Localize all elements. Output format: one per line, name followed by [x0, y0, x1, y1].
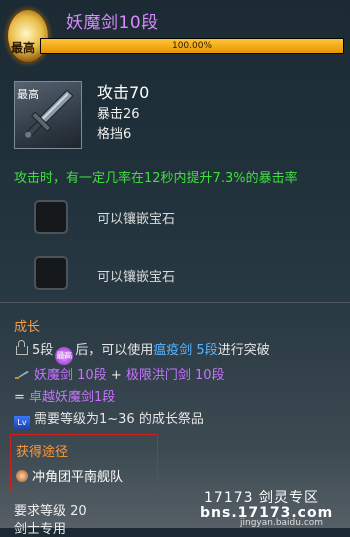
sword-icon: [15, 371, 29, 379]
growth-title: 成长: [14, 320, 41, 335]
source-icon: [16, 470, 28, 482]
breakthrough-row: 5段 最高 后，可以使用瘟疫剑 5段进行突破: [14, 339, 270, 365]
growth-requirement: 需要等级为1~36 的成长祭品: [34, 412, 204, 427]
crit-stat: 暴击26: [97, 107, 140, 122]
block-stat: 格挡6: [97, 127, 132, 142]
level-requirement: 要求等级 20: [14, 504, 87, 519]
item-title: 妖魔剑10段: [66, 13, 159, 33]
medal-badge: 最高: [11, 41, 36, 55]
result-name[interactable]: 卓越妖魔剑1段: [29, 390, 115, 405]
item-tooltip: 最高 妖魔剑10段 100.00% 最高 攻击70 暴击26 格挡6 攻击时，有…: [0, 0, 350, 537]
watermark-line1: 17173 剑灵专区: [204, 490, 319, 506]
item-icon[interactable]: 最高: [14, 81, 82, 149]
material-second[interactable]: 极限洪门剑 10段: [126, 368, 225, 383]
attack-stat: 攻击70: [97, 83, 150, 102]
source-item-label: 冲角团平南舰队: [32, 470, 124, 485]
watermark-line3: jingyan.baidu.com: [240, 518, 324, 528]
material-first[interactable]: 妖魔剑 10段: [34, 368, 107, 383]
gem-socket-label-1: 可以镶嵌宝石: [97, 212, 176, 227]
source-title: 获得途径: [16, 445, 69, 460]
result-row: = 卓越妖魔剑1段: [14, 386, 115, 405]
materials-row: 妖魔剑 10段 + 极限洪门剑 10段: [14, 364, 225, 383]
breakthrough-mid: 后，可以使用: [75, 343, 154, 358]
breakthrough-link[interactable]: 瘟疫剑 5段: [153, 343, 217, 358]
source-item[interactable]: 冲角团平南舰队: [16, 466, 123, 485]
gem-socket-2[interactable]: [34, 256, 68, 290]
material-plus: +: [106, 368, 126, 383]
growth-progress-bar: 100.00%: [40, 38, 344, 54]
breakthrough-pre: 5段: [32, 343, 54, 358]
divider: [0, 302, 350, 303]
sword-image-icon: [25, 89, 74, 138]
lock-icon: [16, 340, 28, 355]
source-section: 获得途径 冲角团平南舰队: [10, 434, 158, 492]
grade-badge-icon: 最高: [55, 347, 74, 365]
progress-text: 100.00%: [171, 41, 213, 51]
requirement-row: Lv 需要等级为1~36 的成长祭品: [14, 408, 204, 430]
level-icon: Lv: [14, 416, 30, 430]
effect-description: 攻击时，有一定几率在12秒内提升7.3%的暴击率: [14, 171, 298, 186]
result-prefix: =: [14, 390, 30, 405]
gem-socket-label-2: 可以镶嵌宝石: [97, 270, 176, 285]
breakthrough-post: 进行突破: [217, 343, 270, 358]
gem-socket-1[interactable]: [34, 200, 68, 234]
